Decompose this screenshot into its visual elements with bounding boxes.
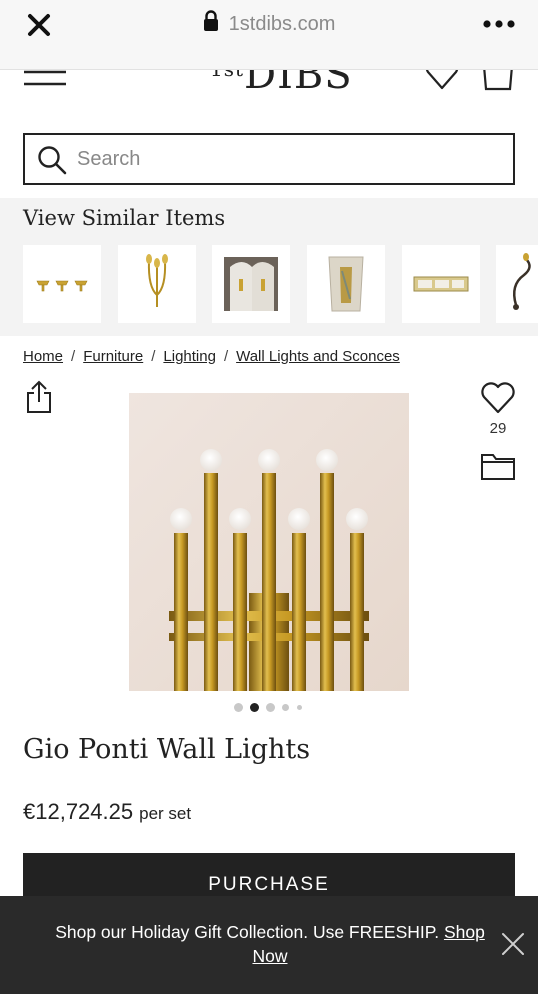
shopping-bag-icon[interactable] — [480, 70, 516, 92]
promo-banner: Shop our Holiday Gift Collection. Use FR… — [0, 896, 538, 994]
horizontal-brass-bar-light-image — [413, 276, 469, 292]
folder-icon[interactable] — [480, 451, 516, 481]
breadcrumb-furniture[interactable]: Furniture — [83, 348, 143, 365]
carousel-dot[interactable] — [297, 705, 302, 710]
carousel-dot[interactable] — [266, 703, 275, 712]
favorites-count: 29 — [489, 420, 507, 437]
breadcrumb-separator: / — [71, 348, 76, 365]
carousel-dot[interactable] — [234, 703, 243, 712]
curved-arm-sconce-image — [513, 253, 531, 310]
breadcrumb-wall-lights-and-sconces[interactable]: Wall Lights and Sconces — [236, 348, 400, 365]
heart-icon[interactable] — [424, 70, 460, 92]
similar-item-thumb[interactable] — [23, 245, 101, 323]
search-box[interactable] — [23, 133, 515, 185]
product-title: Gio Ponti Wall Lights — [23, 734, 311, 765]
site-logo[interactable]: 1stDIBS — [210, 70, 353, 98]
brass-triple-candle-sconce-image — [146, 254, 168, 307]
breadcrumb-separator: / — [151, 348, 156, 365]
breadcrumb-lighting[interactable]: Lighting — [163, 348, 216, 365]
similar-item-thumb[interactable] — [496, 245, 538, 323]
search-input[interactable] — [77, 145, 497, 173]
carousel-dot[interactable] — [282, 704, 289, 711]
promo-message: Shop our Holiday Gift Collection. Use FR… — [40, 920, 500, 968]
lock-icon — [203, 10, 218, 31]
carousel-dots — [0, 702, 538, 714]
more-icon[interactable] — [482, 14, 516, 34]
search-icon — [38, 146, 67, 175]
url-display[interactable]: 1stdibs.com — [0, 10, 538, 36]
promo-text: Shop our Holiday Gift Collection. Use FR… — [55, 922, 440, 942]
breadcrumb-home[interactable]: Home — [23, 348, 63, 365]
logo-main: DIBS — [244, 70, 353, 98]
product-image[interactable] — [129, 393, 409, 691]
similar-item-thumb[interactable] — [307, 245, 385, 323]
close-icon[interactable] — [501, 932, 525, 956]
similar-item-thumb[interactable] — [402, 245, 480, 323]
breadcrumb-separator: / — [223, 348, 229, 365]
sconces-against-white-wall-image — [224, 257, 278, 311]
browser-bar: 1stdibs.com — [0, 0, 538, 70]
similar-items-title: View Similar Items — [23, 206, 226, 230]
similar-item-thumb[interactable] — [118, 245, 196, 323]
three-arm-sconce-set-image — [36, 280, 88, 292]
url-text: 1stdibs.com — [228, 13, 336, 35]
site-header: 1stDIBS — [0, 70, 538, 122]
share-icon[interactable] — [26, 380, 52, 414]
price-unit: per set — [139, 804, 192, 823]
menu-icon[interactable] — [24, 70, 66, 90]
similar-items-section: View Similar Items — [0, 198, 538, 336]
logo-prefix: 1st — [210, 70, 244, 81]
similar-item-thumb[interactable] — [212, 245, 290, 323]
favorite-heart-icon[interactable] — [480, 381, 516, 415]
glass-panel-sconce-image — [328, 256, 364, 312]
carousel-dot-active[interactable] — [250, 703, 259, 712]
product-price: €12,724.25 per set — [23, 799, 191, 825]
price-amount: €12,724.25 — [23, 799, 134, 824]
gio-ponti-wall-lights-photo — [129, 393, 409, 691]
breadcrumb: Home / Furniture / Lighting / Wall Lights and … — [23, 348, 400, 365]
